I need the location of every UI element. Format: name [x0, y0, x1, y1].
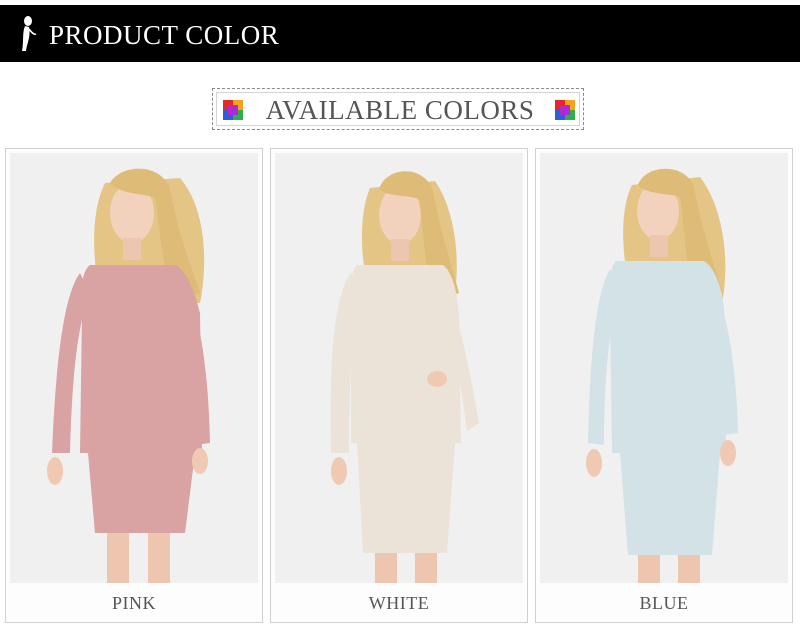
product-photo[interactable] — [540, 153, 788, 583]
color-swatch-icon — [555, 100, 575, 120]
color-label: BLUE — [639, 593, 689, 613]
product-photo[interactable] — [275, 153, 523, 583]
product-photo[interactable] — [10, 153, 258, 583]
header-bar: PRODUCT COLOR — [0, 5, 800, 62]
color-card-pink[interactable]: PINK — [5, 148, 263, 623]
silhouette-logo-icon — [22, 16, 37, 51]
available-colors-badge: AVAILABLE COLORS — [212, 88, 584, 130]
color-card-blue[interactable]: BLUE — [535, 148, 793, 623]
page-title: PRODUCT COLOR — [49, 20, 280, 50]
color-card-white[interactable]: WHITE — [270, 148, 528, 623]
color-label: PINK — [111, 593, 156, 613]
section-title: AVAILABLE COLORS — [265, 95, 535, 125]
color-swatch-icon — [223, 100, 243, 120]
color-label: WHITE — [368, 593, 430, 613]
